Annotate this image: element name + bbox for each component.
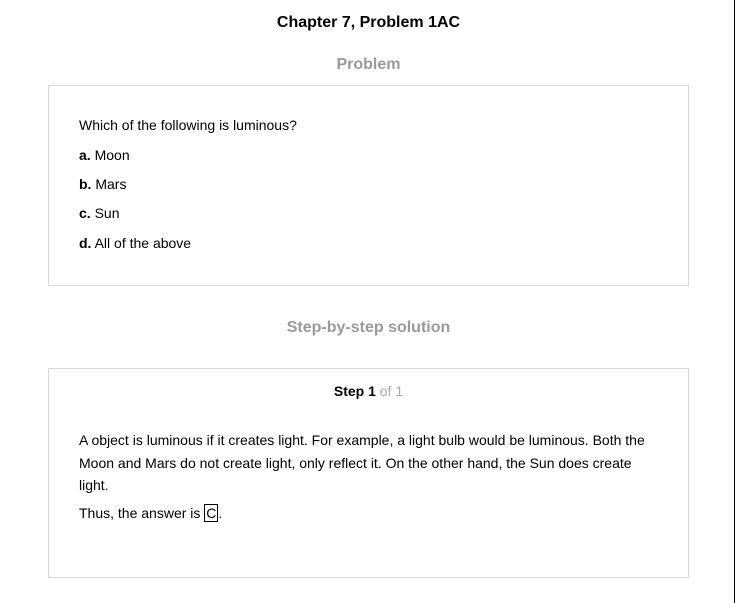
solution-explanation: A object is luminous if it creates light… [79,432,645,493]
option-a-letter: a. [79,147,91,163]
step-label: Step 1 [333,383,376,399]
option-b-letter: b. [79,176,92,192]
step-header: Step 1 of 1 [49,381,688,401]
option-c-text: Sun [94,205,120,221]
problem-question: Which of the following is luminous? [79,117,297,133]
answer-suffix: . [218,505,223,521]
option-b-text: Mars [95,176,127,192]
problem-card: Which of the following is luminous? a. M… [48,85,689,286]
option-d-text: All of the above [94,235,192,251]
option-d-letter: d. [79,235,92,251]
option-a: a. Moon [79,145,130,165]
option-d: d. All of the above [79,233,191,253]
answer-prefix: Thus, the answer is [79,505,201,521]
answer-line: Thus, the answer is C. [79,503,222,523]
option-a-text: Moon [94,147,130,163]
solution-heading: Step-by-step solution [286,319,451,336]
solution-card: Step 1 of 1 A object is luminous if it c… [48,368,689,578]
option-c-letter: c. [79,205,91,221]
step-count: of 1 [379,383,404,399]
option-b: b. Mars [79,174,126,194]
chapter-title: Chapter 7, Problem 1AC [276,14,461,31]
boxed-answer: C [204,504,219,522]
problem-heading: Problem [336,56,401,73]
option-c: c. Sun [79,203,120,223]
